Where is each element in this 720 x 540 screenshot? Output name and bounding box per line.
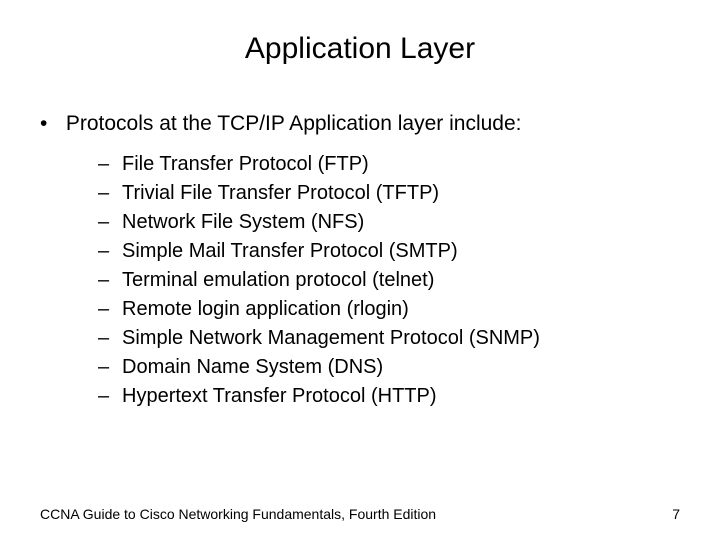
list-item-label: Domain Name System (DNS)	[122, 353, 383, 382]
dash-icon: –	[98, 353, 122, 382]
list-item: – Terminal emulation protocol (telnet)	[98, 266, 680, 295]
list-item-label: Remote login application (rlogin)	[122, 295, 409, 324]
lead-text: Protocols at the TCP/IP Application laye…	[66, 112, 522, 135]
slide-title: Application Layer	[40, 32, 680, 66]
dash-icon: –	[98, 382, 122, 411]
list-item: – Trivial File Transfer Protocol (TFTP)	[98, 179, 680, 208]
list-item: – Network File System (NFS)	[98, 208, 680, 237]
list-item: – Simple Mail Transfer Protocol (SMTP)	[98, 237, 680, 266]
dash-icon: –	[98, 179, 122, 208]
footer-source: CCNA Guide to Cisco Networking Fundament…	[40, 506, 436, 522]
list-item-label: Hypertext Transfer Protocol (HTTP)	[122, 382, 437, 411]
dash-icon: –	[98, 150, 122, 179]
list-item-label: Terminal emulation protocol (telnet)	[122, 266, 434, 295]
list-item: – Remote login application (rlogin)	[98, 295, 680, 324]
list-item-label: Simple Network Management Protocol (SNMP…	[122, 324, 540, 353]
list-item-label: Trivial File Transfer Protocol (TFTP)	[122, 179, 439, 208]
page-number: 7	[672, 506, 680, 522]
list-item-label: Simple Mail Transfer Protocol (SMTP)	[122, 237, 458, 266]
dash-icon: –	[98, 208, 122, 237]
protocol-list: – File Transfer Protocol (FTP) – Trivial…	[98, 150, 680, 411]
dash-icon: –	[98, 295, 122, 324]
list-item-label: Network File System (NFS)	[122, 208, 364, 237]
list-item: – Hypertext Transfer Protocol (HTTP)	[98, 382, 680, 411]
list-item: – Domain Name System (DNS)	[98, 353, 680, 382]
dash-icon: –	[98, 266, 122, 295]
lead-line: • Protocols at the TCP/IP Application la…	[40, 112, 680, 136]
bullet-icon: •	[40, 112, 60, 136]
dash-icon: –	[98, 237, 122, 266]
slide: Application Layer • Protocols at the TCP…	[0, 0, 720, 540]
list-item-label: File Transfer Protocol (FTP)	[122, 150, 369, 179]
list-item: – Simple Network Management Protocol (SN…	[98, 324, 680, 353]
dash-icon: –	[98, 324, 122, 353]
list-item: – File Transfer Protocol (FTP)	[98, 150, 680, 179]
